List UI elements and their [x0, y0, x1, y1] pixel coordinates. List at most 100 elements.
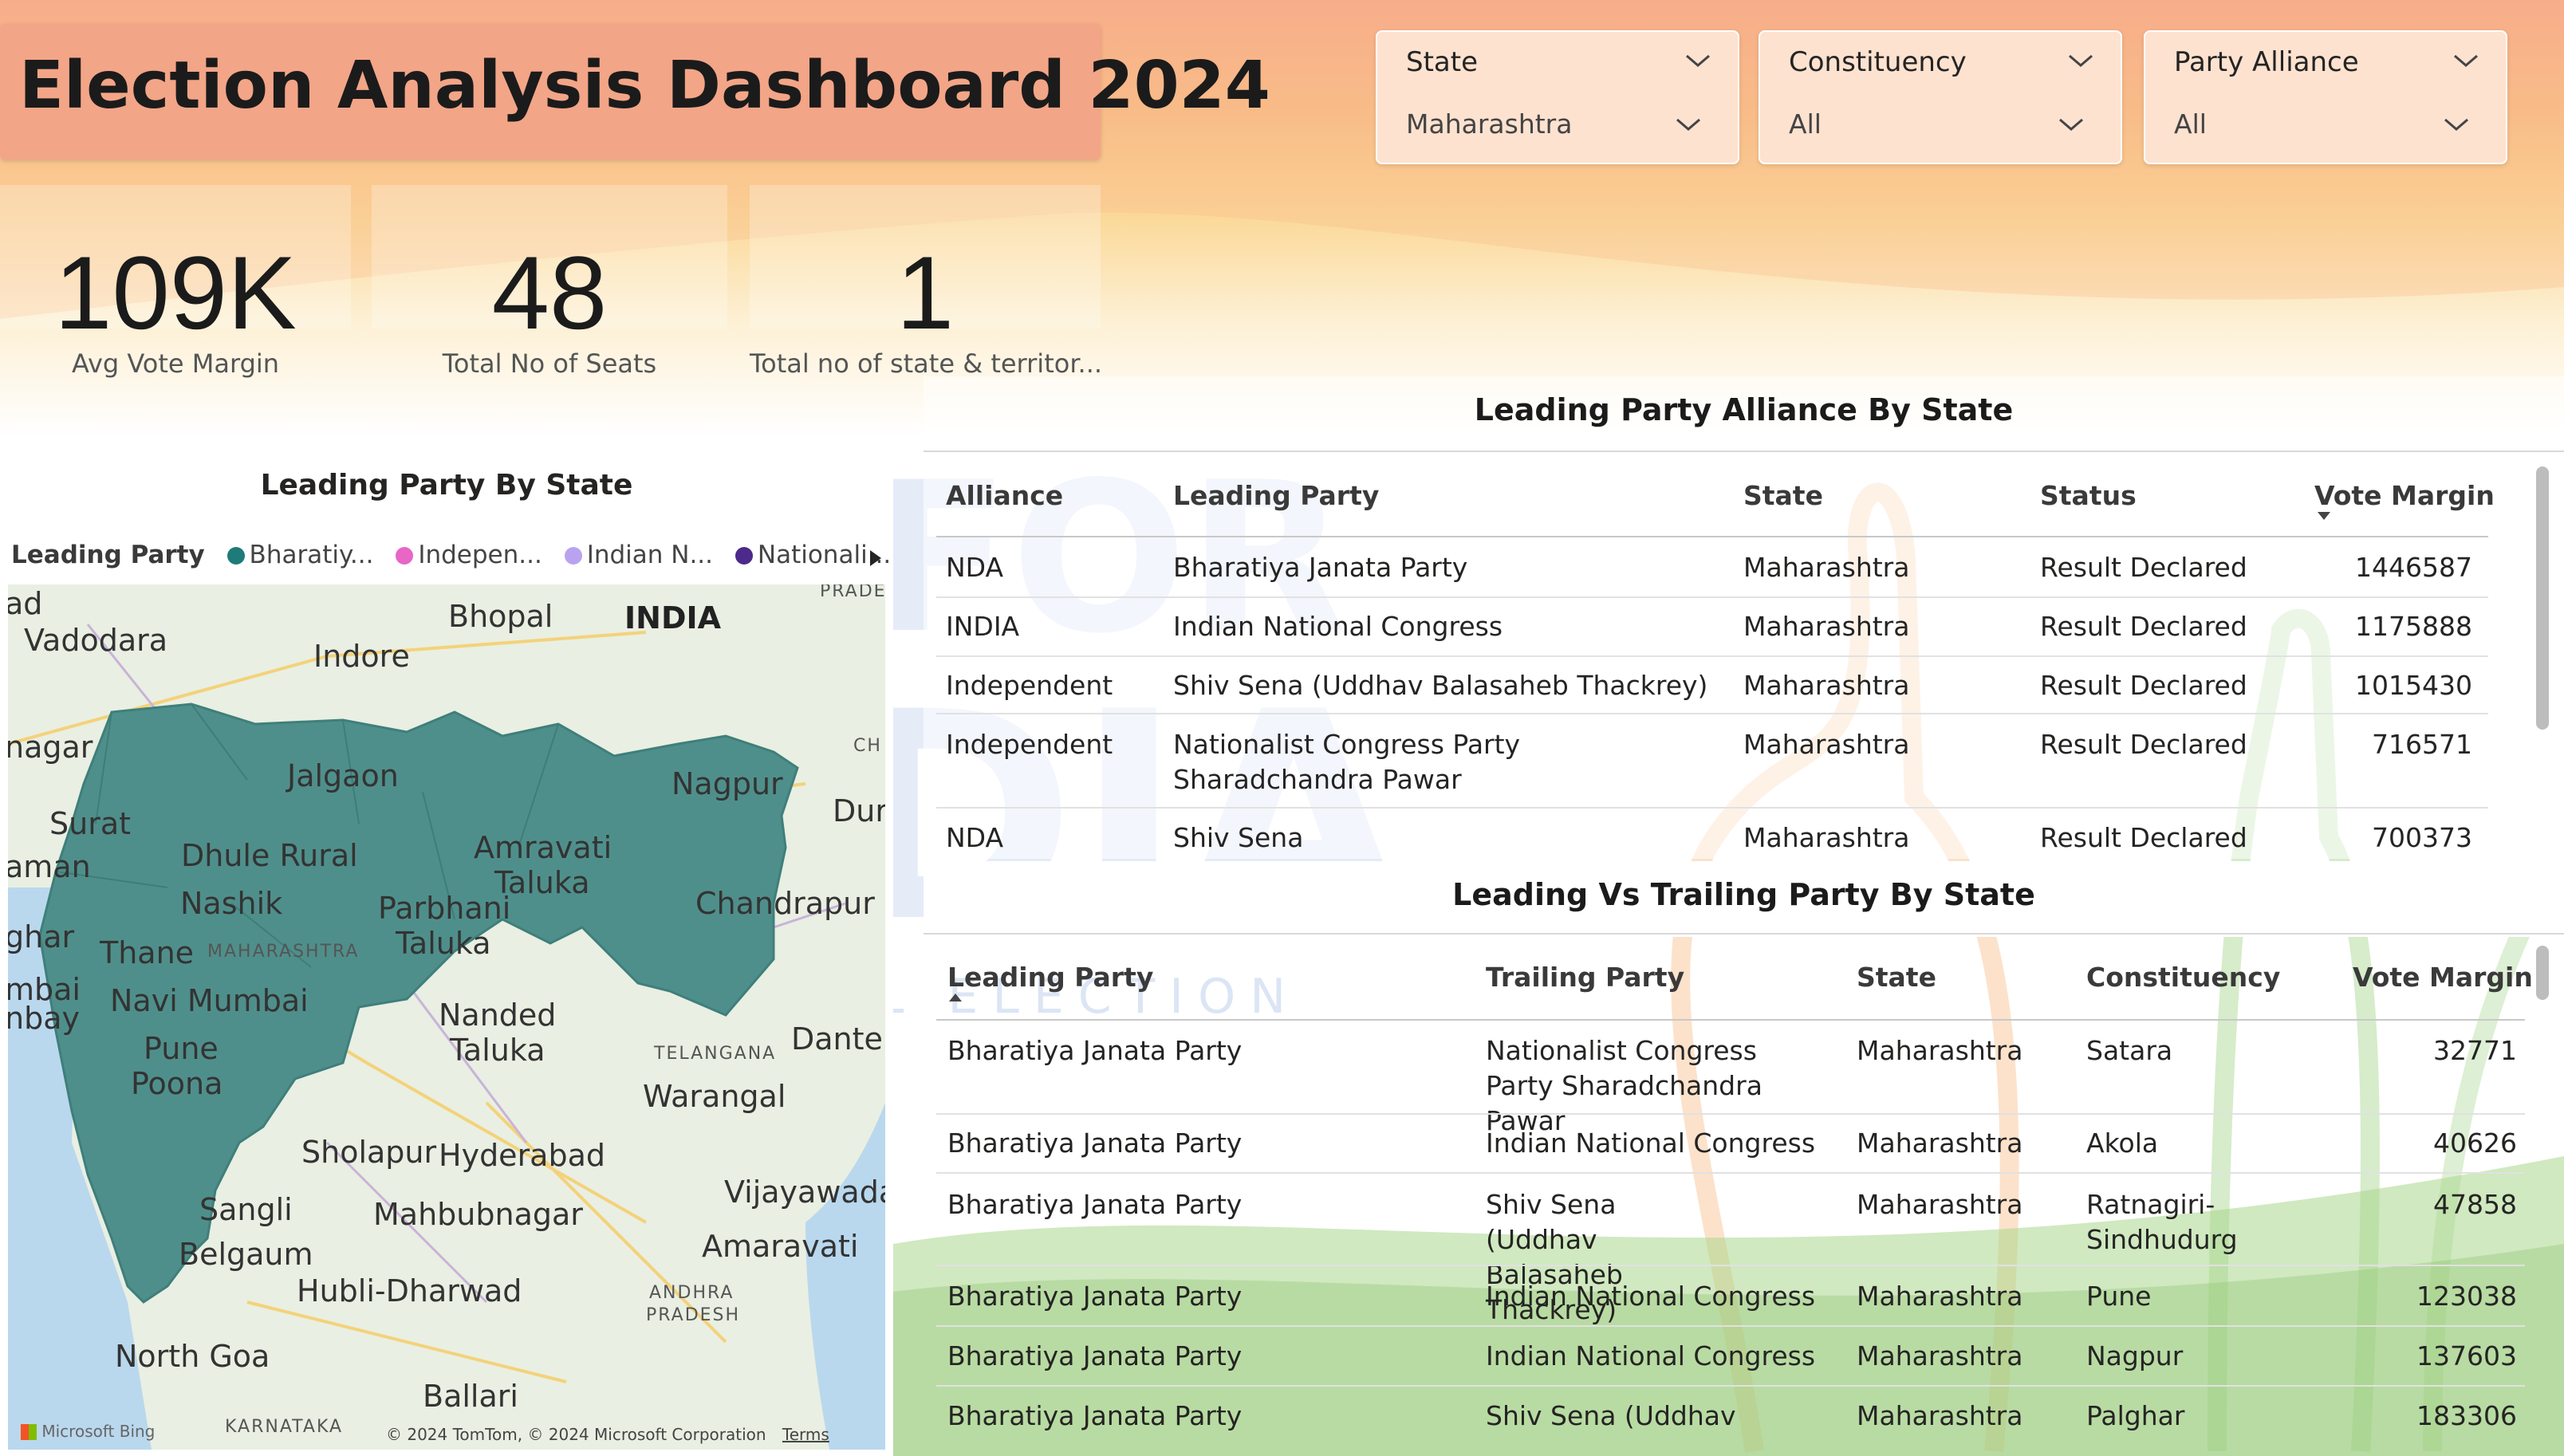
- row-divider: [936, 1325, 2525, 1327]
- leading-party-cell: Bharatiya Janata Party: [947, 1281, 1243, 1312]
- map-label: INDIA: [624, 600, 722, 636]
- column-header[interactable]: Alliance: [946, 480, 1063, 511]
- state-slicer[interactable]: State Maharashtra: [1376, 30, 1739, 164]
- legend-next-arrow-icon[interactable]: [865, 547, 884, 569]
- slicer-value: Maharashtra: [1406, 108, 1573, 140]
- map-label: Thane: [100, 935, 195, 970]
- status-cell: Result Declared: [2040, 611, 2247, 642]
- vote-margin-cell: 137603: [2416, 1340, 2517, 1371]
- map-label: Sholapur: [301, 1135, 437, 1170]
- map-label: Belgaum: [179, 1237, 313, 1272]
- kpi-card-total-states: 1 Total no of state & territor...: [750, 185, 1102, 379]
- slicer-title: State: [1406, 46, 1478, 78]
- column-header[interactable]: Trailing Party: [1486, 962, 1684, 993]
- leading-party-cell: Bharatiya Janata Party: [947, 1189, 1243, 1220]
- trailing-party-cell: Indian National Congress: [1486, 1340, 1816, 1371]
- constituency-cell: Palghar: [2086, 1400, 2185, 1431]
- chevron-down-icon[interactable]: [1684, 51, 1712, 70]
- status-cell: Result Declared: [2040, 729, 2247, 760]
- sort-descending-icon[interactable]: [2316, 510, 2332, 521]
- map-label: nagar: [8, 730, 93, 765]
- column-header[interactable]: Constituency: [2086, 962, 2280, 993]
- column-header[interactable]: Vote Margin: [2353, 962, 2533, 993]
- map-label: Bhopal: [448, 599, 553, 634]
- constituency-cell: Satara: [2086, 1035, 2173, 1066]
- legend-item[interactable]: Indepen...: [418, 541, 542, 569]
- divider: [924, 451, 2564, 452]
- row-divider: [936, 1265, 2525, 1266]
- trailing-party-cell: Nationalist Congress Party Sharadchandra…: [1486, 1035, 1763, 1136]
- trailing-party-cell: Shiv Sena (Uddhav: [1486, 1400, 1736, 1431]
- map-label: Jalgaon: [287, 758, 399, 793]
- sort-ascending-icon[interactable]: [947, 992, 963, 1003]
- row-divider: [936, 1385, 2525, 1387]
- column-header[interactable]: State: [1743, 480, 1823, 511]
- alliance-cell: NDA: [946, 552, 1004, 583]
- column-header[interactable]: Leading Party: [947, 962, 1153, 993]
- alliance-cell: Independent: [946, 729, 1113, 760]
- chevron-down-icon[interactable]: [1674, 115, 1703, 134]
- legend-title: Leading Party: [11, 541, 205, 569]
- constituency-cell: Ratnagiri-Sindhudurg: [2086, 1189, 2238, 1255]
- constituency-slicer[interactable]: Constituency All: [1759, 30, 2122, 164]
- constituency-cell: Akola: [2086, 1127, 2159, 1159]
- alliance-cell: NDA: [946, 822, 1004, 853]
- vote-margin-cell: 1015430: [2355, 670, 2472, 701]
- state-cell: Maharashtra: [1857, 1340, 2023, 1371]
- kpi-card-avg-vote-margin: 109K Avg Vote Margin: [0, 185, 351, 379]
- table-row[interactable]: Bharatiya Janata Party Shiv Sena (Uddhav…: [0, 1397, 2564, 1456]
- row-divider: [936, 596, 2488, 598]
- map-label: PRADESH: [646, 1305, 741, 1325]
- legend-item[interactable]: Indian N...: [587, 541, 713, 569]
- vote-margin-cell: 716571: [2372, 729, 2472, 760]
- map-label: Navi Mumbai: [110, 983, 309, 1018]
- chevron-down-icon[interactable]: [2442, 115, 2471, 134]
- party-cell: Indian National Congress: [1173, 611, 1503, 642]
- column-header[interactable]: State: [1857, 962, 1936, 993]
- slicer-value: All: [2174, 108, 2207, 140]
- constituency-cell: Pune: [2086, 1281, 2152, 1312]
- map-label: TELANGANA: [654, 1044, 777, 1064]
- map-label: Amravati: [474, 830, 612, 865]
- state-cell: Maharashtra: [1857, 1127, 2023, 1159]
- state-cell: Maharashtra: [1743, 822, 1910, 853]
- map-label: nbay: [8, 1001, 80, 1036]
- map-label: MAHARASHTRA: [207, 942, 360, 962]
- kpi-label: Avg Vote Margin: [71, 348, 280, 379]
- status-cell: Result Declared: [2040, 822, 2247, 853]
- map-label: Nagpur: [672, 766, 783, 801]
- alliance-table-scrollbar[interactable]: [2536, 466, 2549, 730]
- constituency-cell: Nagpur: [2086, 1340, 2184, 1371]
- map-label: Pune: [144, 1031, 219, 1066]
- map-label: Vijayawada: [724, 1175, 885, 1210]
- map-label: Dur: [833, 793, 885, 828]
- party-cell: Nationalist Congress Party Sharadchandra…: [1173, 729, 1521, 795]
- trailing-party-cell: Indian National Congress: [1486, 1127, 1816, 1159]
- kpi-label: Total no of state & territor...: [750, 348, 1103, 379]
- alliance-cell: INDIA: [946, 611, 1020, 642]
- leading-party-cell: Bharatiya Janata Party: [947, 1127, 1243, 1159]
- chevron-down-icon[interactable]: [2452, 51, 2480, 70]
- map-label: PRADE: [820, 584, 885, 601]
- row-divider: [936, 1113, 2525, 1115]
- map-canvas[interactable]: Vadodara Bhopal INDIA Indore Jalgaon Nag…: [8, 584, 885, 1450]
- map-label: Hubli-Dharwad: [297, 1273, 522, 1308]
- column-header[interactable]: Vote Margin: [2314, 480, 2495, 511]
- map-label: Taluka: [396, 926, 491, 961]
- legend-dot: [226, 547, 245, 565]
- kpi-label: Total No of Seats: [442, 348, 657, 379]
- vote-margin-cell: 123038: [2416, 1281, 2517, 1312]
- trailing-table-scrollbar[interactable]: [2536, 946, 2549, 1000]
- chevron-down-icon[interactable]: [2057, 115, 2085, 134]
- state-cell: Maharashtra: [1743, 729, 1910, 760]
- legend-dot: [396, 547, 414, 565]
- kpi-value: 48: [491, 234, 608, 351]
- state-cell: Maharashtra: [1743, 670, 1910, 701]
- chevron-down-icon[interactable]: [2066, 51, 2095, 70]
- column-header[interactable]: Status: [2040, 480, 2137, 511]
- vote-margin-cell: 47858: [2433, 1189, 2517, 1220]
- party-alliance-slicer[interactable]: Party Alliance All: [2144, 30, 2507, 164]
- legend-item[interactable]: Bharatiy...: [250, 541, 374, 569]
- column-header[interactable]: Leading Party: [1173, 480, 1379, 511]
- map-label: Amaravati: [702, 1229, 859, 1264]
